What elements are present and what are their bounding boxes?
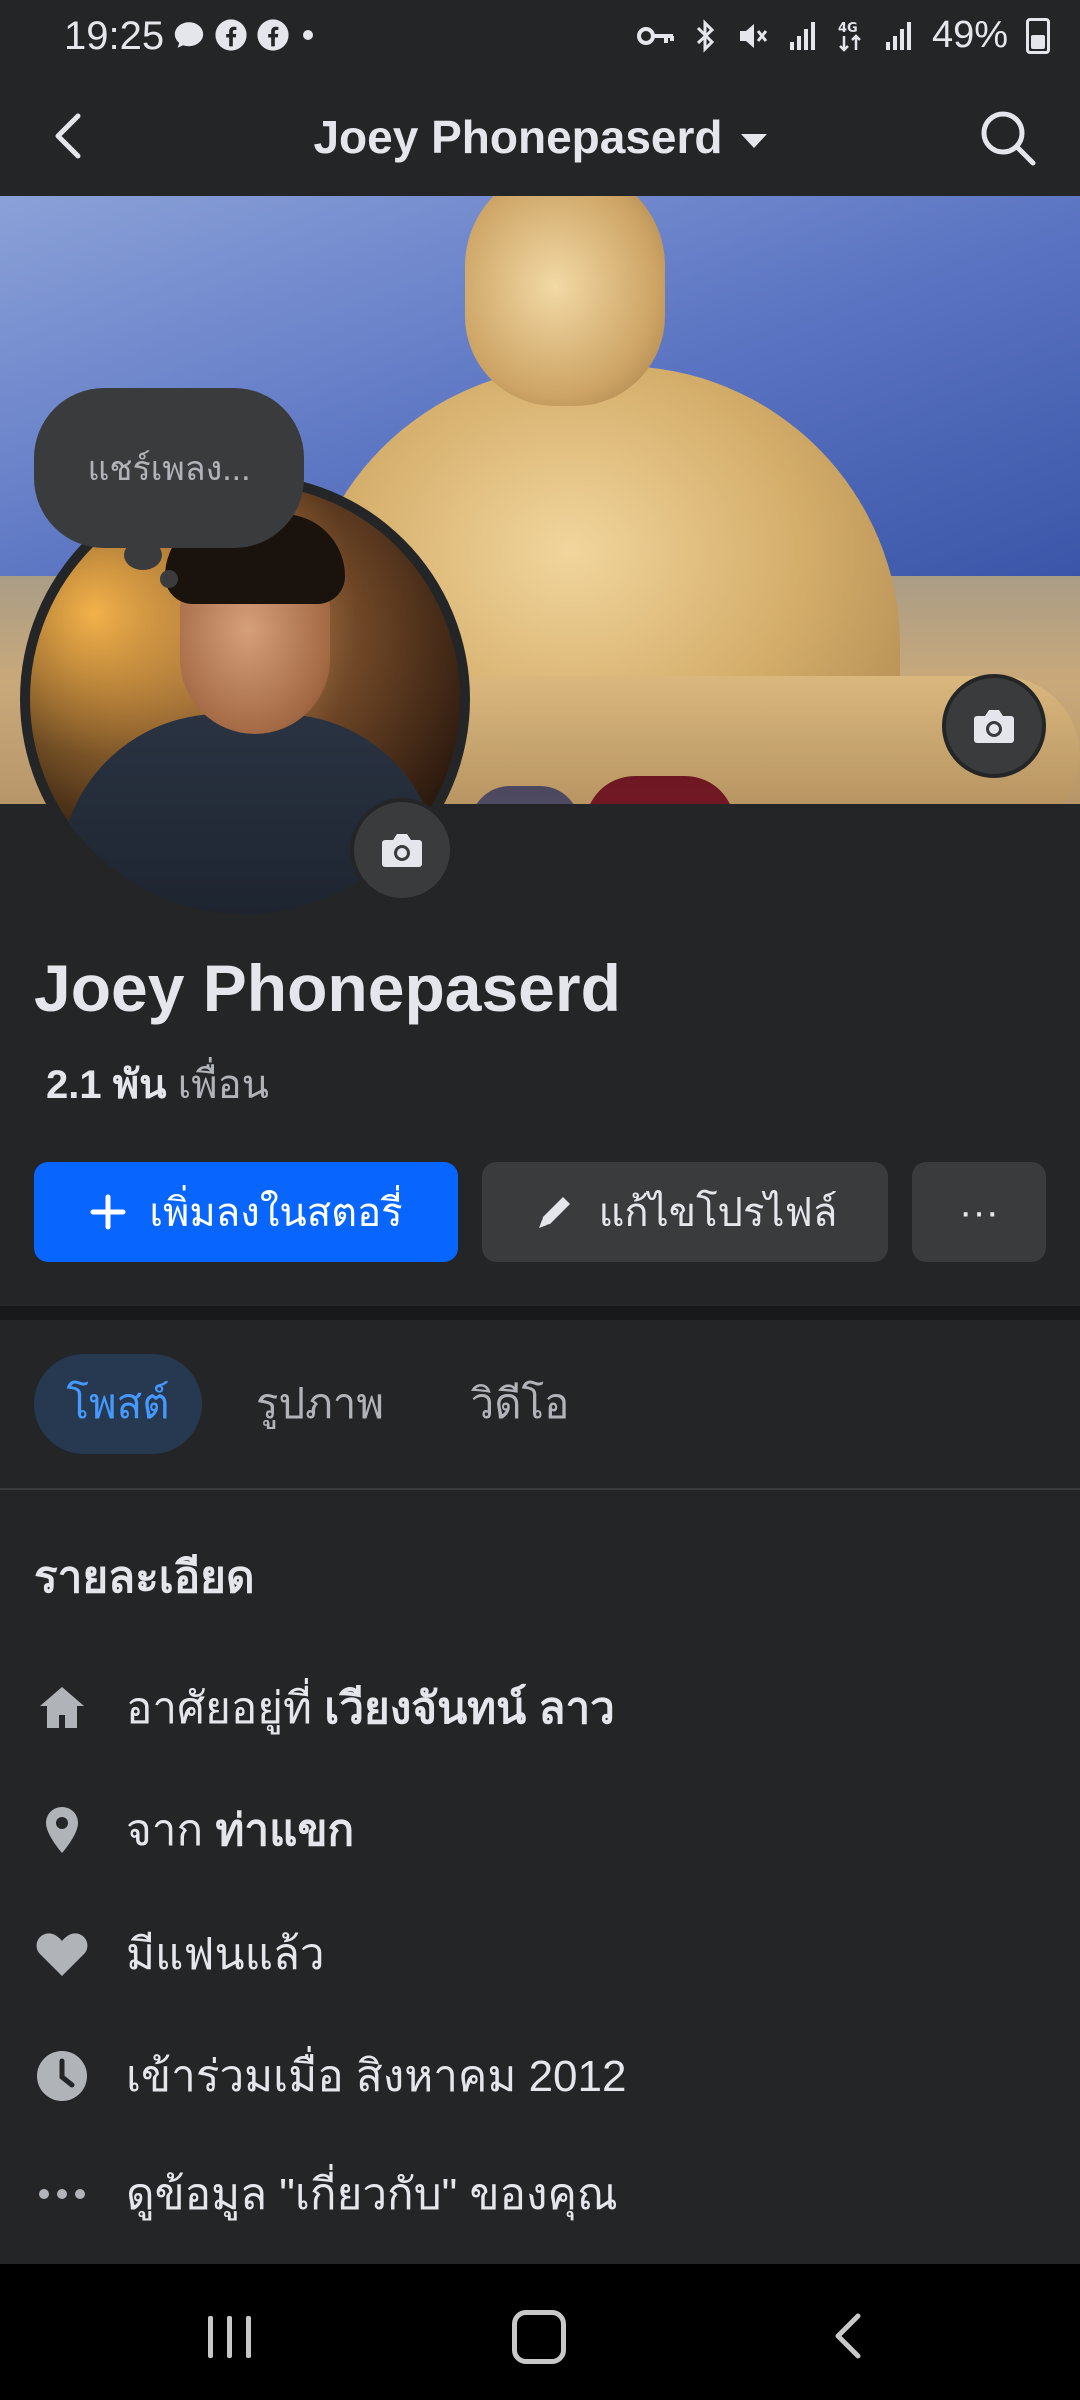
home-icon xyxy=(34,1680,90,1736)
detail-joined[interactable]: เข้าร่วมเมื่อ สิงหาคม 2012 xyxy=(34,2036,626,2116)
detail-lives-in-value: เวียงจันทน์ ลาว xyxy=(324,1684,615,1733)
note-bubble-tail xyxy=(160,570,178,588)
battery-icon xyxy=(1026,17,1050,54)
more-options-label: ··· xyxy=(959,1189,999,1234)
detail-joined-text: เข้าร่วมเมื่อ สิงหาคม 2012 xyxy=(126,2052,627,2101)
profile-name-dropdown[interactable]: Joey Phonepaserd xyxy=(0,110,1080,164)
search-icon[interactable] xyxy=(976,106,1040,170)
plus-icon xyxy=(90,1194,126,1230)
edit-profile-button[interactable]: แก้ไขโปรไฟล์ xyxy=(482,1162,888,1262)
tab-photos-label: รูปภาพ xyxy=(255,1380,385,1427)
header-title: Joey Phonepaserd xyxy=(313,111,723,163)
tab-photos[interactable]: รูปภาพ xyxy=(230,1354,410,1454)
details-heading: รายละเอียด xyxy=(34,1553,255,1602)
recents-button[interactable] xyxy=(208,2316,251,2358)
top-app-bar: Joey Phonepaserd xyxy=(0,80,1080,198)
tab-videos-label: วิดีโอ xyxy=(470,1380,570,1427)
detail-lives-in[interactable]: อาศัยอยู่ที่ เวียงจันทน์ ลาว xyxy=(34,1668,615,1748)
add-to-story-label: เพิ่มลงในสตอรี่ xyxy=(149,1191,403,1235)
key-icon xyxy=(636,26,674,45)
tab-videos[interactable]: วิดีโอ xyxy=(440,1354,600,1454)
facebook-icon xyxy=(215,19,247,51)
chat-bubble-icon xyxy=(174,22,204,48)
camera-icon xyxy=(382,834,422,867)
friends-count-value: 2.1 พัน xyxy=(46,1063,167,1107)
detail-lives-in-prefix: อาศัยอยู่ที่ xyxy=(126,1684,313,1733)
note-bubble[interactable]: แชร์เพลง... xyxy=(34,388,304,548)
status-time: 19:25 xyxy=(64,14,165,58)
location-pin-icon xyxy=(34,1802,90,1858)
avatar-camera-button[interactable] xyxy=(350,798,454,902)
friends-count[interactable]: 2.1 พัน เพื่อน xyxy=(46,1052,269,1116)
dot-icon xyxy=(303,30,313,40)
system-back-icon[interactable] xyxy=(820,2306,880,2366)
facebook-icon xyxy=(257,19,289,51)
note-bubble-tail xyxy=(124,540,162,570)
profile-name: Joey Phonepaserd xyxy=(34,951,621,1025)
cover-statue-head xyxy=(465,196,665,406)
4g-icon: 4G xyxy=(838,21,861,52)
more-dots-icon xyxy=(34,2166,90,2222)
edit-profile-label: แก้ไขโปรไฟล์ xyxy=(598,1191,838,1235)
friends-label: เพื่อน xyxy=(177,1063,269,1107)
caret-down-icon xyxy=(740,133,767,148)
detail-from-prefix: จาก xyxy=(126,1806,204,1855)
status-bar: 19:25 4G 49% xyxy=(0,0,1080,80)
svg-text:4G: 4G xyxy=(838,21,858,36)
tab-posts-label: โพสต์ xyxy=(66,1380,170,1427)
signal-icon xyxy=(789,21,815,50)
detail-from[interactable]: จาก ท่าแขก xyxy=(34,1790,354,1870)
more-options-button[interactable]: ··· xyxy=(912,1162,1046,1262)
detail-from-value: ท่าแขก xyxy=(215,1806,355,1855)
mute-icon xyxy=(739,23,768,48)
bluetooth-icon xyxy=(696,18,715,53)
heart-icon xyxy=(34,1926,90,1982)
clock-icon xyxy=(34,2048,90,2104)
section-divider xyxy=(0,1306,1080,1320)
add-to-story-button[interactable]: เพิ่มลงในสตอรี่ xyxy=(34,1162,458,1262)
battery-percent: 49% xyxy=(931,14,1008,56)
detail-see-about[interactable]: ดูข้อมูล "เกี่ยวกับ" ของคุณ xyxy=(34,2154,618,2234)
status-notification-icons xyxy=(172,18,318,52)
pencil-icon xyxy=(538,1197,570,1228)
camera-icon xyxy=(974,710,1014,743)
home-button[interactable] xyxy=(512,2310,566,2364)
detail-relationship-text: มีแฟนแล้ว xyxy=(126,1930,325,1979)
tab-posts[interactable]: โพสต์ xyxy=(34,1354,202,1454)
note-text: แชร์เพลง... xyxy=(87,450,251,488)
signal-icon xyxy=(885,21,911,50)
tabs-divider xyxy=(0,1488,1080,1490)
cover-camera-button[interactable] xyxy=(942,674,1046,778)
detail-relationship[interactable]: มีแฟนแล้ว xyxy=(34,1914,325,1994)
status-system-icons: 4G 49% xyxy=(636,14,1050,57)
detail-see-about-text: ดูข้อมูล "เกี่ยวกับ" ของคุณ xyxy=(126,2170,618,2219)
